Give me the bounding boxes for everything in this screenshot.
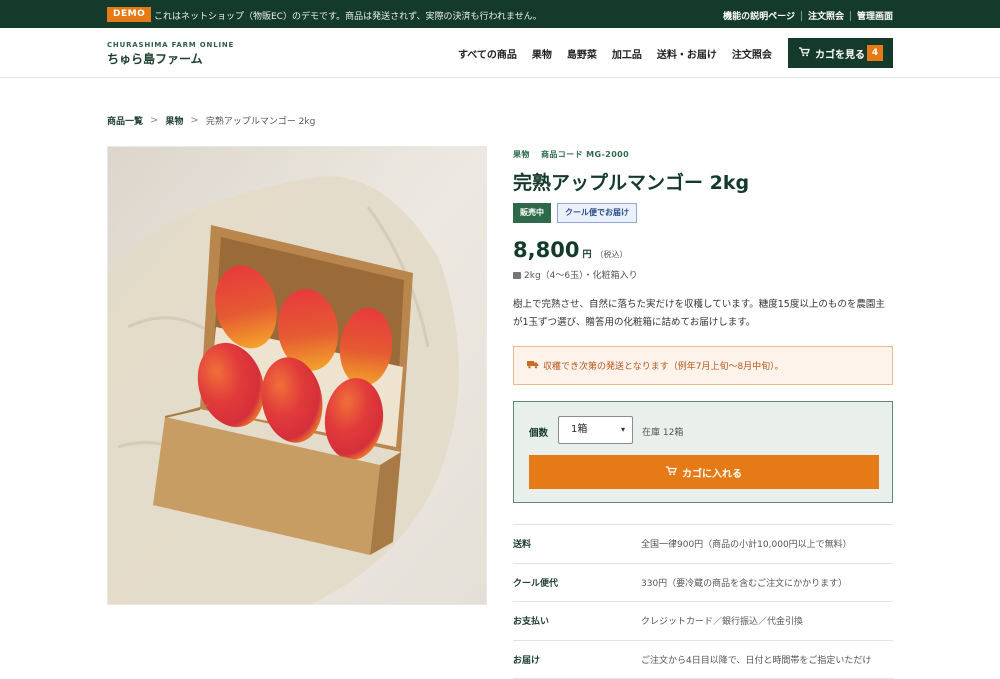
- nav-item-shipping[interactable]: 送料・お届け: [657, 46, 717, 61]
- product-description: 樹上で完熟させ、自然に落ちた実だけを収穫しています。糖度15度以上のものを農園主…: [513, 296, 893, 332]
- view-cart-label: カゴを見る: [815, 46, 865, 61]
- info-value: 全国一律900円（商品の小計10,000円以上で無料）: [641, 537, 852, 550]
- feature-guide-link[interactable]: 機能の説明ページ: [723, 9, 795, 22]
- cart-icon: [666, 466, 677, 479]
- stock-text: 在庫 12箱: [642, 425, 683, 438]
- info-key: 送料: [513, 537, 641, 550]
- shipping-notice: 収穫でき次第の発送となります（例年7月上旬〜8月中旬）。: [513, 346, 893, 385]
- brand-logo[interactable]: ちゅら島ファーム: [107, 50, 203, 67]
- shipping-notice-text: 収穫でき次第の発送となります（例年7月上旬〜8月中旬）。: [543, 359, 784, 372]
- info-key: お支払い: [513, 614, 641, 627]
- site-header: CHURASHIMA FARM ONLINE ちゅら島ファーム すべての商品 果…: [0, 28, 1000, 78]
- order-lookup-link[interactable]: 注文照会: [808, 9, 844, 22]
- info-key: お届け: [513, 653, 641, 666]
- demo-banner: DEMO これはネットショップ（物販EC）のデモです。商品は発送されず、実際の決…: [0, 0, 1000, 28]
- info-value: クレジットカード／銀行振込／代金引換: [641, 614, 803, 627]
- truck-icon: [527, 360, 539, 372]
- product-badges: 販売中 クール便でお届け: [513, 203, 637, 223]
- info-key: クール便代: [513, 576, 641, 589]
- breadcrumb-product-list[interactable]: 商品一覧: [107, 114, 143, 127]
- admin-link[interactable]: 管理画面: [857, 9, 893, 22]
- breadcrumb-separator: >: [150, 115, 158, 126]
- breadcrumb-separator: >: [190, 115, 198, 126]
- price-unit: 円: [582, 247, 591, 260]
- cart-count-badge: 4: [867, 45, 883, 61]
- info-row: お届け ご注文から4日目以降で、日付と時間帯をご指定いただけ: [513, 641, 893, 679]
- breadcrumb-current: 完熟アップルマンゴー 2kg: [206, 114, 316, 127]
- cart-icon: [799, 47, 810, 60]
- info-row: お支払い クレジットカード／銀行振込／代金引換: [513, 602, 893, 641]
- product-meta: 果物 商品コード MG-2000: [513, 149, 637, 160]
- divider: [850, 11, 851, 21]
- on-sale-badge: 販売中: [513, 203, 551, 223]
- nav-item-fruits[interactable]: 果物: [532, 46, 552, 61]
- info-table: 送料 全国一律900円（商品の小計10,000円以上で無料） クール便代 330…: [513, 524, 893, 679]
- breadcrumb-fruits[interactable]: 果物: [165, 114, 183, 127]
- add-to-cart-label: カゴに入れる: [682, 465, 742, 480]
- product-image: [107, 146, 487, 605]
- nav-item-order-lookup[interactable]: 注文照会: [732, 46, 772, 61]
- price-tax-note: （税込）: [595, 249, 627, 260]
- price-row: 8,800 円 （税込）: [513, 238, 627, 262]
- top-links: 機能の説明ページ 注文照会 管理画面: [723, 9, 893, 22]
- breadcrumb: 商品一覧 > 果物 > 完熟アップルマンゴー 2kg: [107, 114, 315, 127]
- product-title: 完熟アップルマンゴー 2kg: [513, 168, 749, 195]
- nav-item-processed-foods[interactable]: 加工品: [612, 46, 642, 61]
- info-value: ご注文から4日目以降で、日付と時間帯をご指定いただけ: [641, 653, 871, 666]
- info-value: 330円（要冷蔵の商品を含むご注文にかかります）: [641, 576, 847, 589]
- info-row: クール便代 330円（要冷蔵の商品を含むご注文にかかります）: [513, 564, 893, 603]
- demo-badge: DEMO: [107, 7, 151, 22]
- main-nav: すべての商品 果物 島野菜 加工品 送料・お届け 注文照会: [458, 46, 787, 61]
- view-cart-button[interactable]: カゴを見る 4: [788, 38, 893, 68]
- quantity-select[interactable]: 1箱 ▾: [558, 416, 633, 444]
- cool-delivery-badge: クール便でお届け: [557, 203, 637, 223]
- info-row: 送料 全国一律900円（商品の小計10,000円以上で無料）: [513, 525, 893, 564]
- purchase-box: 個数 1箱 ▾ 在庫 12箱 カゴに入れる: [513, 401, 893, 503]
- quantity-value: 1箱: [571, 424, 587, 435]
- product-spec-text: 2kg（4〜6玉）・化粧箱入り: [524, 271, 638, 281]
- product-category[interactable]: 果物: [513, 150, 530, 159]
- demo-notice-text: これはネットショップ（物販EC）のデモです。商品は発送されず、実際の決済も行われ…: [154, 9, 542, 22]
- chevron-down-icon: ▾: [621, 417, 625, 443]
- divider: [801, 11, 802, 21]
- quantity-label: 個数: [529, 425, 548, 439]
- product-code: 商品コード MG-2000: [541, 150, 629, 159]
- product-price: 8,800: [513, 238, 579, 262]
- nav-item-all-products[interactable]: すべての商品: [458, 46, 517, 61]
- product-spec: 2kg（4〜6玉）・化粧箱入り: [513, 268, 638, 281]
- add-to-cart-button[interactable]: カゴに入れる: [529, 455, 879, 489]
- brand-subtitle[interactable]: CHURASHIMA FARM ONLINE: [107, 41, 234, 49]
- nav-item-island-vegetables[interactable]: 島野菜: [567, 46, 597, 61]
- box-icon: [513, 272, 521, 279]
